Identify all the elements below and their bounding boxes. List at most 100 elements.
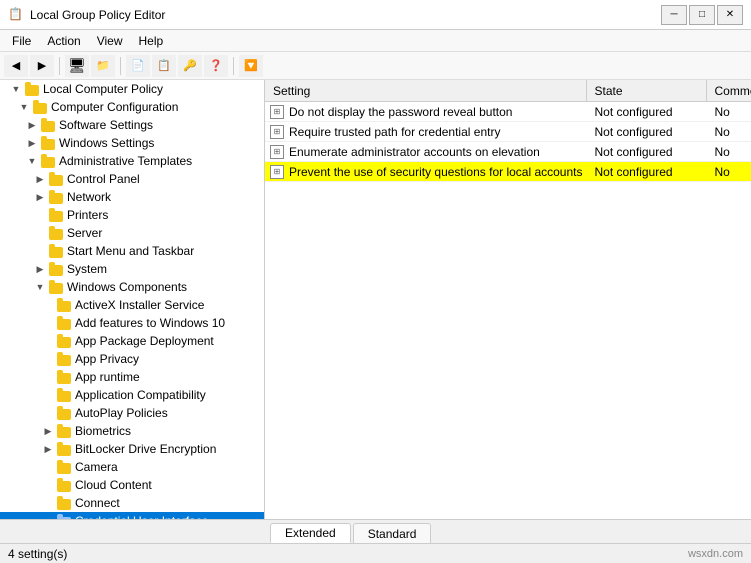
folder-button[interactable]: 📁 — [91, 55, 115, 77]
key-button[interactable]: 🔑 — [178, 55, 202, 77]
tree-item-cloud-content[interactable]: ▶ Cloud Content — [0, 476, 264, 494]
list-row[interactable]: ⊞ Enumerate administrator accounts on el… — [265, 142, 751, 162]
policy-icon-4: ⊞ — [265, 165, 285, 179]
folder-icon-camera — [56, 460, 72, 474]
status-text: 4 setting(s) — [8, 547, 688, 561]
expander-cc: ▼ — [16, 99, 32, 115]
toolbar-separator-1 — [59, 57, 60, 75]
tree-item-admin-templates[interactable]: ▼ Administrative Templates — [0, 152, 264, 170]
folder-icon-autoplay — [56, 406, 72, 420]
tree-item-windows-components[interactable]: ▼ Windows Components — [0, 278, 264, 296]
tree-item-app-runtime[interactable]: ▶ App runtime — [0, 368, 264, 386]
tree-item-windows-settings[interactable]: ▶ Windows Settings — [0, 134, 264, 152]
row-state-1: Not configured — [587, 105, 707, 119]
menu-action[interactable]: Action — [39, 32, 88, 50]
toolbar-separator-2 — [120, 57, 121, 75]
tree-label-system: System — [67, 262, 107, 276]
properties-button[interactable]: 📋 — [152, 55, 176, 77]
tree-label-cp: Control Panel — [67, 172, 140, 186]
tree-label-appcompat: Application Compatibility — [75, 388, 206, 402]
folder-icon-wc — [48, 280, 64, 294]
tabs-bar: Extended Standard — [0, 519, 751, 543]
expander-bitlocker: ▶ — [40, 441, 56, 457]
list-row[interactable]: ⊞ Do not display the password reveal but… — [265, 102, 751, 122]
row-comment-3: No — [707, 145, 751, 159]
help-button[interactable]: ❓ — [204, 55, 228, 77]
back-button[interactable]: ◀ — [4, 55, 28, 77]
tree-item-bitlocker[interactable]: ▶ BitLocker Drive Encryption — [0, 440, 264, 458]
row-name-1: Do not display the password reveal butto… — [285, 105, 587, 119]
col-header-comment[interactable]: Comment — [707, 80, 751, 101]
tree-item-connect[interactable]: ▶ Connect — [0, 494, 264, 512]
tree-item-add-features[interactable]: ▶ Add features to Windows 10 — [0, 314, 264, 332]
expander-ws: ▶ — [24, 135, 40, 151]
folder-icon-appcompat — [56, 388, 72, 402]
row-name-2: Require trusted path for credential entr… — [285, 125, 587, 139]
tree-item-server[interactable]: ▶ Server — [0, 224, 264, 242]
menu-help[interactable]: Help — [131, 32, 172, 50]
list-row[interactable]: ⊞ Require trusted path for credential en… — [265, 122, 751, 142]
close-button[interactable]: ✕ — [717, 5, 743, 25]
folder-icon-startmenu — [48, 244, 64, 258]
tree-item-system[interactable]: ▶ System — [0, 260, 264, 278]
tree-item-software-settings[interactable]: ▶ Software Settings — [0, 116, 264, 134]
title-bar: 📋 Local Group Policy Editor ─ □ ✕ — [0, 0, 751, 30]
tree-label-cc: Computer Configuration — [51, 100, 178, 114]
col-header-setting[interactable]: Setting — [265, 80, 587, 101]
tree-item-credential-ui[interactable]: ▶ Credential User Interface — [0, 512, 264, 519]
computer-button[interactable]: 🖥 — [65, 55, 89, 77]
folder-icon-ws — [40, 136, 56, 150]
col-header-state[interactable]: State — [587, 80, 707, 101]
tree-item-biometrics[interactable]: ▶ Biometrics — [0, 422, 264, 440]
right-pane: Setting State Comment ⊞ Do not display t… — [265, 80, 751, 519]
tree-label-wc: Windows Components — [67, 280, 187, 294]
menu-file[interactable]: File — [4, 32, 39, 50]
policy-icon-2: ⊞ — [265, 125, 285, 139]
folder-icon-appruntime — [56, 370, 72, 384]
tree-label-server: Server — [67, 226, 102, 240]
folder-icon-cc — [32, 100, 48, 114]
tree-item-autoplay[interactable]: ▶ AutoPlay Policies — [0, 404, 264, 422]
row-state-4: Not configured — [587, 165, 707, 179]
tab-standard[interactable]: Standard — [353, 523, 432, 543]
row-state-2: Not configured — [587, 125, 707, 139]
tree-label-local: Local Computer Policy — [43, 82, 163, 96]
minimize-button[interactable]: ─ — [661, 5, 687, 25]
toolbar: ◀ ▶ 🖥 📁 📄 📋 🔑 ❓ 🔽 — [0, 52, 751, 80]
tab-extended-label: Extended — [285, 526, 336, 540]
folder-icon-appprivacy — [56, 352, 72, 366]
expander-net: ▶ — [32, 189, 48, 205]
tree-item-app-package[interactable]: ▶ App Package Deployment — [0, 332, 264, 350]
tree-item-activex[interactable]: ▶ ActiveX Installer Service — [0, 296, 264, 314]
tree-label-appprivacy: App Privacy — [75, 352, 139, 366]
folder-icon-credui — [56, 514, 72, 519]
folder-icon-connect — [56, 496, 72, 510]
folder-icon-local — [24, 82, 40, 96]
list-header: Setting State Comment — [265, 80, 751, 102]
tree-label-net: Network — [67, 190, 111, 204]
tree-label-biometrics: Biometrics — [75, 424, 131, 438]
forward-button[interactable]: ▶ — [30, 55, 54, 77]
tree-item-local-computer-policy[interactable]: ▼ Local Computer Policy — [0, 80, 264, 98]
tree-item-start-menu[interactable]: ▶ Start Menu and Taskbar — [0, 242, 264, 260]
tree-item-camera[interactable]: ▶ Camera — [0, 458, 264, 476]
tree-item-printers[interactable]: ▶ Printers — [0, 206, 264, 224]
toolbar-separator-3 — [233, 57, 234, 75]
list-row-highlighted[interactable]: ⊞ Prevent the use of security questions … — [265, 162, 751, 182]
tree-label-appruntime: App runtime — [75, 370, 140, 384]
tab-extended[interactable]: Extended — [270, 523, 351, 543]
tree-item-computer-configuration[interactable]: ▼ Computer Configuration — [0, 98, 264, 116]
tree-label-startmenu: Start Menu and Taskbar — [67, 244, 194, 258]
tab-standard-label: Standard — [368, 527, 417, 541]
folder-icon-printers — [48, 208, 64, 222]
tree-item-control-panel[interactable]: ▶ Control Panel — [0, 170, 264, 188]
doc-button[interactable]: 📄 — [126, 55, 150, 77]
maximize-button[interactable]: □ — [689, 5, 715, 25]
tree-item-app-privacy[interactable]: ▶ App Privacy — [0, 350, 264, 368]
filter-button[interactable]: 🔽 — [239, 55, 263, 77]
expander-wc: ▼ — [32, 279, 48, 295]
menu-view[interactable]: View — [89, 32, 131, 50]
tree-item-app-compat[interactable]: ▶ Application Compatibility — [0, 386, 264, 404]
tree-item-network[interactable]: ▶ Network — [0, 188, 264, 206]
main-content: ▼ Local Computer Policy ▼ Computer Confi… — [0, 80, 751, 519]
